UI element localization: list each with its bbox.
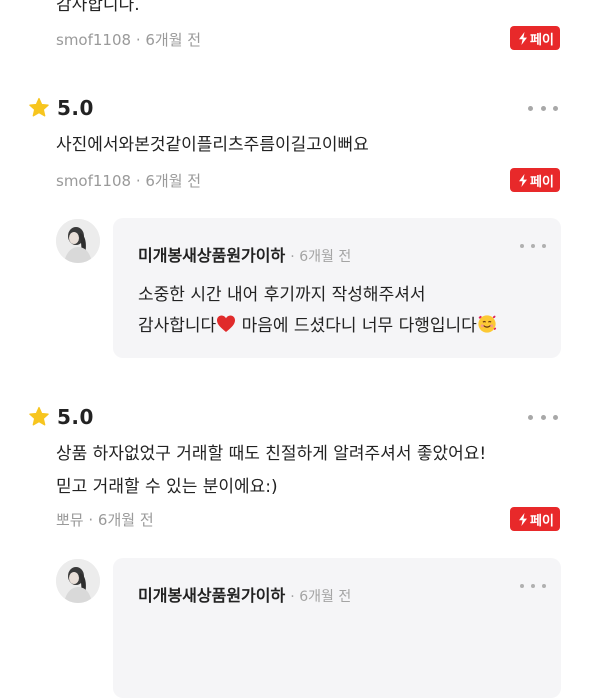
seller-reply: 미개봉새상품원가이하 · 6개월 전 <box>113 558 561 698</box>
review-author[interactable]: smof1108 <box>56 31 131 49</box>
review-item: 5.0 상품 하자없었구 거래할 때도 친절하게 알려주셔서 좋았어요! 믿고 … <box>0 404 590 698</box>
reply-time: · 6개월 전 <box>290 249 352 265</box>
review-text: 상품 하자없었구 거래할 때도 친절하게 알려주셔서 좋았어요! 믿고 거래할 … <box>56 440 486 501</box>
reply-text: 소중한 시간 내어 후기까지 작성해주셔서 감사합니다 마음에 드셨다니 너무 … <box>138 280 497 342</box>
seller-avatar[interactable] <box>56 219 100 263</box>
review-author[interactable]: smof1108 <box>56 172 131 190</box>
reply-text-line: 감사합니다 마음에 드셨다니 너무 다행입니다 <box>138 311 497 342</box>
review-text: 감사합니다. <box>56 0 140 19</box>
lightning-icon <box>519 31 528 45</box>
more-options-icon[interactable] <box>520 242 546 250</box>
pay-badge: 페이 <box>510 507 560 531</box>
pay-badge: 페이 <box>510 26 560 50</box>
lightning-icon <box>519 512 528 526</box>
review-item: 5.0 사진에서와본것같이플리츠주름이길고이뻐요 smof1108 · 6개월 … <box>0 95 590 365</box>
pay-badge-label: 페이 <box>530 32 554 48</box>
reply-header: 미개봉새상품원가이하 · 6개월 전 <box>138 242 351 266</box>
review-author[interactable]: 뽀뮤 <box>56 511 84 529</box>
lightning-icon <box>519 173 528 187</box>
reply-header: 미개봉새상품원가이하 · 6개월 전 <box>138 582 351 606</box>
star-icon <box>29 406 49 426</box>
rating-row: 5.0 <box>28 404 94 430</box>
reply-time: · 6개월 전 <box>290 589 352 605</box>
review-text-line: 믿고 거래할 수 있는 분이에요:) <box>56 477 278 497</box>
review-text-line: 감사합니다. <box>56 0 140 15</box>
pay-badge-label: 페이 <box>530 513 554 529</box>
review-time: · 6개월 전 <box>88 511 154 529</box>
pay-badge: 페이 <box>510 168 560 192</box>
review-text-line: 상품 하자없었구 거래할 때도 친절하게 알려주셔서 좋았어요! <box>56 444 487 464</box>
pay-badge-label: 페이 <box>530 174 554 190</box>
seller-reply: 미개봉새상품원가이하 · 6개월 전 소중한 시간 내어 후기까지 작성해주셔서… <box>113 218 561 358</box>
review-meta: smof1108 · 6개월 전 <box>56 29 201 50</box>
review-time: · 6개월 전 <box>135 31 202 49</box>
more-options-icon[interactable] <box>528 413 558 421</box>
rating-value: 5.0 <box>57 405 94 429</box>
review-item: 감사합니다. smof1108 · 6개월 전 페이 <box>0 0 590 60</box>
reply-author[interactable]: 미개봉새상품원가이하 <box>138 246 285 265</box>
more-options-icon[interactable] <box>520 582 546 590</box>
more-options-icon[interactable] <box>528 104 558 112</box>
review-text: 사진에서와본것같이플리츠주름이길고이뻐요 <box>56 131 369 159</box>
rating-value: 5.0 <box>57 96 94 120</box>
review-text-line: 사진에서와본것같이플리츠주름이길고이뻐요 <box>56 135 369 155</box>
reply-author[interactable]: 미개봉새상품원가이하 <box>138 586 285 605</box>
star-icon <box>29 97 49 117</box>
review-meta: smof1108 · 6개월 전 <box>56 170 201 191</box>
red-heart-emoji <box>217 315 236 332</box>
smiling-face-with-hearts-emoji <box>478 315 496 333</box>
rating-row: 5.0 <box>28 95 94 121</box>
review-meta: 뽀뮤 · 6개월 전 <box>56 509 154 530</box>
reply-text-line: 소중한 시간 내어 후기까지 작성해주셔서 <box>138 285 426 305</box>
seller-avatar[interactable] <box>56 559 100 603</box>
review-time: · 6개월 전 <box>135 172 202 190</box>
